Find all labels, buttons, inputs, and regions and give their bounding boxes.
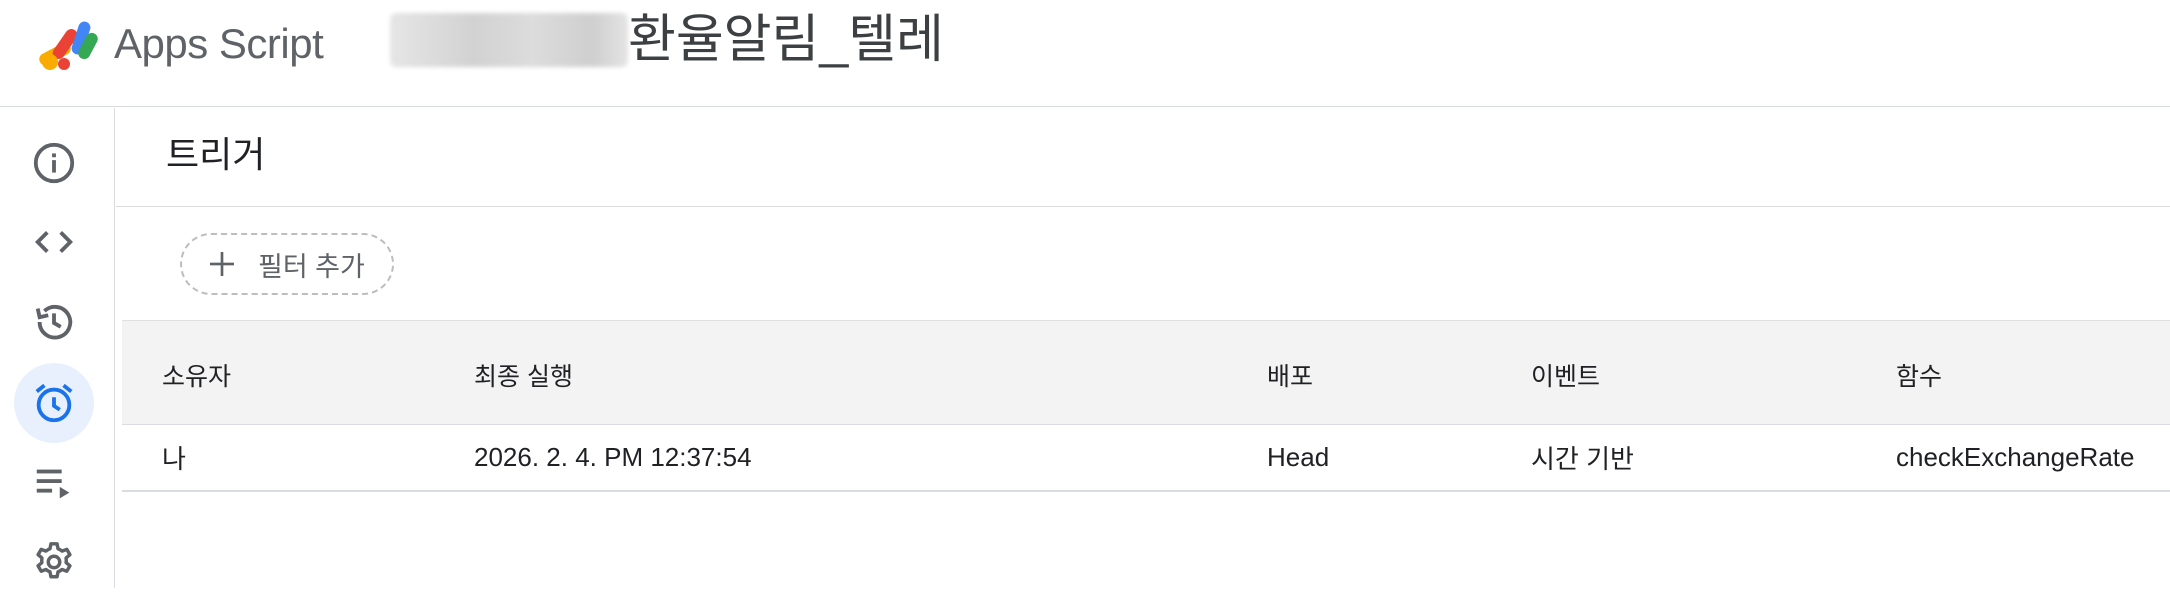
rail-executions-button[interactable] [14, 443, 94, 523]
page-title: 트리거 [166, 134, 266, 175]
cell-event: 시간 기반 [1531, 444, 1634, 474]
cell-last-run: 2026. 2. 4. PM 12:37:54 [474, 442, 752, 472]
left-nav-rail [0, 108, 115, 588]
history-icon [35, 305, 73, 340]
project-title[interactable]: 환율알림_텔레 [390, 12, 944, 68]
cell-function: checkExchangeRate [1896, 442, 2135, 472]
table-row[interactable]: 나 2026. 2. 4. PM 12:37:54 Head 시간 기반 che… [122, 425, 2170, 492]
main-content: 트리거 필터 추가 소유자 최종 실행 배포 이벤트 함수 나 2026. 2.… [116, 108, 2170, 588]
gear-icon [36, 542, 72, 579]
rail-editor-button[interactable] [14, 202, 94, 282]
executions-icon [36, 469, 70, 499]
rail-history-button[interactable] [14, 282, 94, 362]
column-header-deployment[interactable]: 배포 [1267, 321, 1313, 424]
filter-bar: 필터 추가 [116, 208, 2170, 320]
plus-icon [210, 252, 234, 276]
app-name: Apps Script [114, 20, 324, 67]
add-filter-label: 필터 추가 [258, 251, 365, 282]
redacted-title-segment [390, 13, 628, 67]
project-name[interactable]: 환율알림_텔레 [628, 12, 944, 68]
column-header-event[interactable]: 이벤트 [1531, 321, 1600, 424]
table-header-row: 소유자 최종 실행 배포 이벤트 함수 [122, 320, 2170, 425]
cell-owner: 나 [162, 444, 186, 474]
cell-deployment: Head [1267, 442, 1330, 472]
column-header-owner[interactable]: 소유자 [162, 321, 231, 424]
info-icon [33, 142, 75, 184]
triggers-table: 소유자 최종 실행 배포 이벤트 함수 나 2026. 2. 4. PM 12:… [122, 320, 2170, 492]
rail-triggers-button[interactable] [14, 363, 94, 443]
top-header: Apps Script 환율알림_텔레 [0, 0, 2170, 107]
column-header-function[interactable]: 함수 [1896, 321, 1942, 424]
code-icon [34, 231, 74, 253]
apps-script-logo-icon[interactable] [34, 18, 104, 74]
alarm-icon [35, 383, 73, 423]
rail-overview-button[interactable] [14, 123, 94, 203]
page-title-bar: 트리거 [116, 108, 2170, 207]
add-filter-button[interactable]: 필터 추가 [180, 233, 394, 295]
column-header-last-run[interactable]: 최종 실행 [474, 321, 573, 424]
rail-settings-button[interactable] [14, 522, 94, 602]
